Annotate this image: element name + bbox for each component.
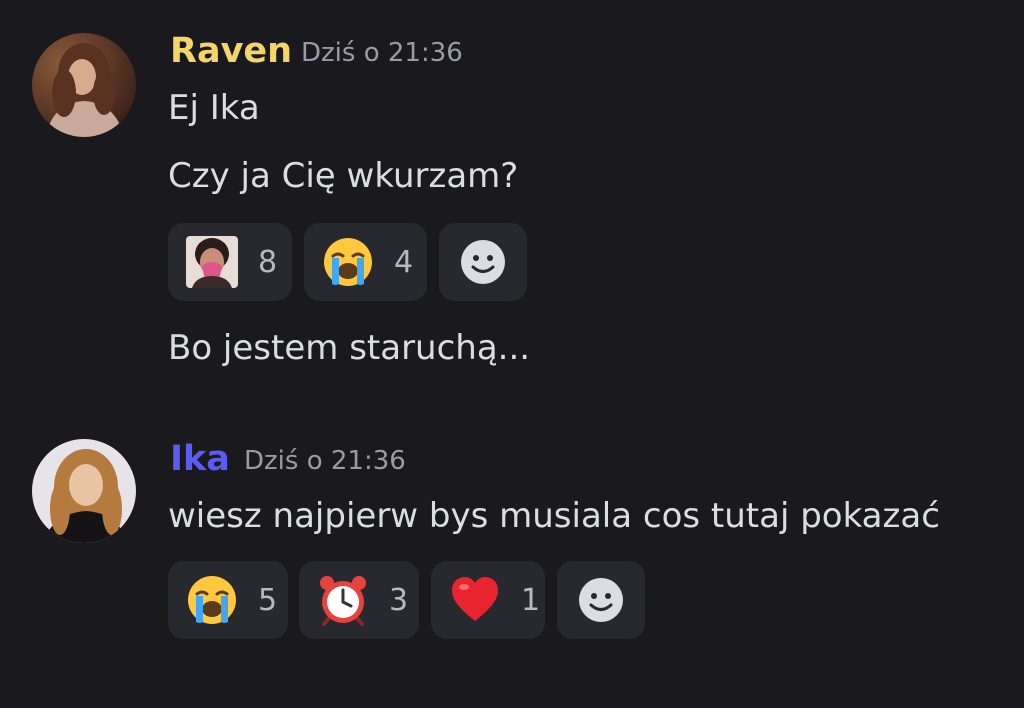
message-line: Bo jestem staruchą... bbox=[168, 328, 531, 368]
message-author[interactable]: Raven bbox=[170, 31, 292, 71]
avatar-raven[interactable] bbox=[32, 33, 136, 137]
reaction-alarm-clock[interactable]: 3 bbox=[299, 561, 419, 639]
reaction-count: 5 bbox=[258, 582, 278, 618]
message-author[interactable]: Ika bbox=[170, 439, 230, 479]
message-timestamp: Dziś o 21:36 bbox=[301, 38, 463, 68]
loudly-crying-face-icon bbox=[324, 238, 372, 286]
crying-person-sticker-icon bbox=[186, 236, 238, 288]
message-timestamp: Dziś o 21:36 bbox=[244, 446, 406, 476]
reaction-loudly-crying[interactable]: 4 bbox=[304, 223, 427, 301]
message-line: Czy ja Cię wkurzam? bbox=[168, 156, 519, 196]
smiley-add-reaction-icon bbox=[461, 240, 505, 284]
add-reaction-button[interactable] bbox=[439, 223, 527, 301]
red-heart-icon bbox=[452, 577, 498, 621]
smiley-add-reaction-icon bbox=[579, 578, 623, 622]
loudly-crying-face-icon bbox=[188, 576, 236, 624]
add-reaction-button[interactable] bbox=[557, 561, 645, 639]
chat-view: Raven Dziś o 21:36 Ej Ika Czy ja Cię wku… bbox=[0, 0, 1024, 708]
avatar-ika[interactable] bbox=[32, 439, 136, 543]
alarm-clock-icon bbox=[320, 576, 366, 626]
reaction-count: 1 bbox=[521, 582, 541, 618]
reaction-count: 3 bbox=[389, 582, 409, 618]
reaction-loudly-crying[interactable]: 5 bbox=[168, 561, 288, 639]
reaction-count: 4 bbox=[394, 244, 414, 280]
message-line: wiesz najpierw bys musiala cos tutaj pok… bbox=[168, 496, 940, 536]
message-line: Ej Ika bbox=[168, 88, 260, 128]
reaction-count: 8 bbox=[258, 244, 278, 280]
reaction-crying-sticker[interactable]: 8 bbox=[168, 223, 292, 301]
reaction-red-heart[interactable]: 1 bbox=[431, 561, 545, 639]
